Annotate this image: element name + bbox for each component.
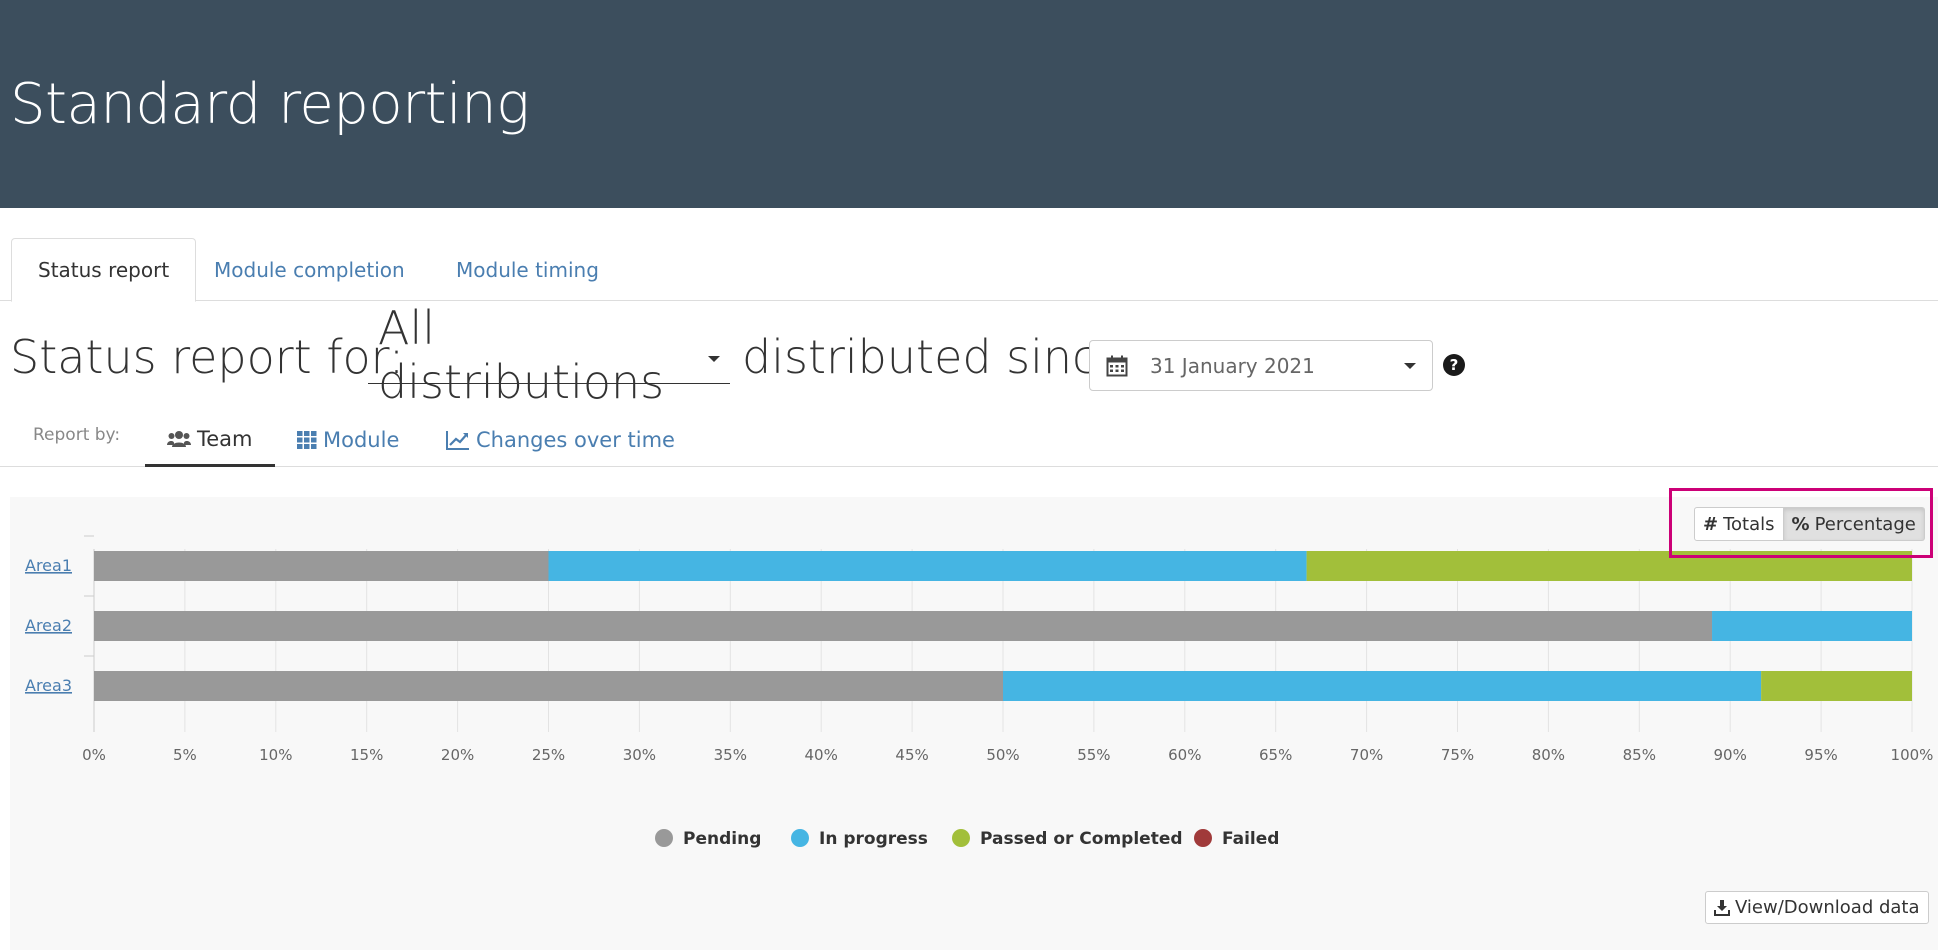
- view-download-data-button[interactable]: View/Download data: [1705, 891, 1929, 924]
- x-tick-label: 85%: [1623, 746, 1656, 764]
- x-tick-label: 35%: [714, 746, 747, 764]
- tab-module-completion[interactable]: Module completion: [188, 238, 431, 301]
- x-tick-label: 10%: [259, 746, 292, 764]
- calendar-icon: [1106, 355, 1128, 376]
- legend-label-pending: Pending: [683, 829, 761, 849]
- page-header: Standard reporting: [0, 0, 1938, 208]
- x-tick-label: 20%: [441, 746, 474, 764]
- x-tick-label: 65%: [1259, 746, 1292, 764]
- x-tick-label: 55%: [1077, 746, 1110, 764]
- legend-label-in_progress: In progress: [819, 829, 928, 849]
- download-label: View/Download data: [1735, 897, 1920, 918]
- legend-label-failed: Failed: [1222, 829, 1279, 849]
- bar-pending: [94, 671, 1003, 701]
- status-report-prefix: Status report for:: [10, 330, 405, 384]
- page-title: Standard reporting: [10, 72, 530, 137]
- x-tick-label: 60%: [1168, 746, 1201, 764]
- hash-icon: #: [1703, 513, 1719, 535]
- bar-passed: [1306, 551, 1912, 581]
- line-chart-icon: [446, 431, 469, 450]
- report-by-module-label: Module: [323, 428, 400, 452]
- x-tick-label: 25%: [532, 746, 565, 764]
- category-label-area2[interactable]: Area2: [25, 616, 72, 635]
- download-icon: [1714, 899, 1730, 916]
- report-by-team[interactable]: Team: [145, 413, 275, 467]
- percent-icon: %: [1791, 513, 1810, 535]
- report-by-module[interactable]: Module: [275, 413, 421, 467]
- legend-label-passed: Passed or Completed: [980, 829, 1183, 849]
- bar-pending: [94, 551, 549, 581]
- totals-button[interactable]: # Totals: [1694, 507, 1784, 541]
- x-tick-label: 0%: [82, 746, 106, 764]
- report-tabs: Status report Module completion Module t…: [0, 238, 1938, 302]
- x-tick-label: 15%: [350, 746, 383, 764]
- report-by-team-label: Team: [197, 426, 253, 451]
- date-value: 31 January 2021: [1150, 353, 1315, 378]
- bar-in_progress: [548, 551, 1307, 581]
- x-tick-label: 70%: [1350, 746, 1383, 764]
- distributed-since-label: distributed since: [742, 330, 1126, 384]
- x-tick-label: 40%: [805, 746, 838, 764]
- bar-passed: [1761, 671, 1912, 701]
- report-by-label: Report by:: [33, 425, 121, 445]
- x-tick-label: 95%: [1804, 746, 1837, 764]
- distribution-value: All distributions: [378, 300, 665, 409]
- caret-down-icon: [708, 356, 720, 362]
- report-by-tabs: Report by: Team Module Changes over time: [0, 413, 1938, 467]
- grid-icon: [297, 431, 317, 449]
- distribution-dropdown[interactable]: All distributions: [368, 301, 730, 409]
- category-label-area3[interactable]: Area3: [25, 676, 72, 695]
- report-by-changes-over-time[interactable]: Changes over time: [424, 413, 697, 467]
- legend-marker-failed: [1194, 829, 1212, 847]
- x-tick-label: 30%: [623, 746, 656, 764]
- percentage-label: Percentage: [1814, 513, 1916, 535]
- chart-panel: 0% 5% 10% 15% 20% 25% 30% 35% 40% 45% 50% 55% 60% 65%…: [10, 497, 1938, 950]
- x-tick-label: 45%: [895, 746, 928, 764]
- bar-in_progress: [1003, 671, 1762, 701]
- report-by-changes-label: Changes over time: [476, 428, 675, 452]
- tab-module-timing[interactable]: Module timing: [430, 238, 625, 301]
- totals-label: Totals: [1723, 513, 1775, 535]
- category-label-area1[interactable]: Area1: [25, 556, 72, 575]
- bar-pending: [94, 611, 1713, 641]
- x-tick-label: 100%: [1891, 746, 1934, 764]
- stacked-bar-chart: 0% 5% 10% 15% 20% 25% 30% 35% 40% 45% 50% 55% 60% 65%…: [25, 535, 1934, 849]
- x-tick-label: 50%: [986, 746, 1019, 764]
- legend-marker-in_progress: [791, 829, 809, 847]
- tab-status-report[interactable]: Status report: [11, 238, 197, 302]
- x-tick-label: 80%: [1532, 746, 1565, 764]
- users-icon: [167, 430, 191, 447]
- legend-marker-pending: [655, 829, 673, 847]
- caret-down-icon: [1404, 363, 1416, 369]
- value-mode-toggle: # Totals % Percentage: [1694, 507, 1925, 541]
- date-picker[interactable]: 31 January 2021: [1089, 340, 1433, 391]
- legend-marker-passed: [952, 829, 970, 847]
- x-tick-label: 90%: [1714, 746, 1747, 764]
- x-tick-label: 5%: [173, 746, 197, 764]
- percentage-button[interactable]: % Percentage: [1783, 507, 1925, 541]
- x-tick-label: 75%: [1441, 746, 1474, 764]
- help-icon[interactable]: ?: [1443, 354, 1465, 376]
- bar-in_progress: [1712, 611, 1912, 641]
